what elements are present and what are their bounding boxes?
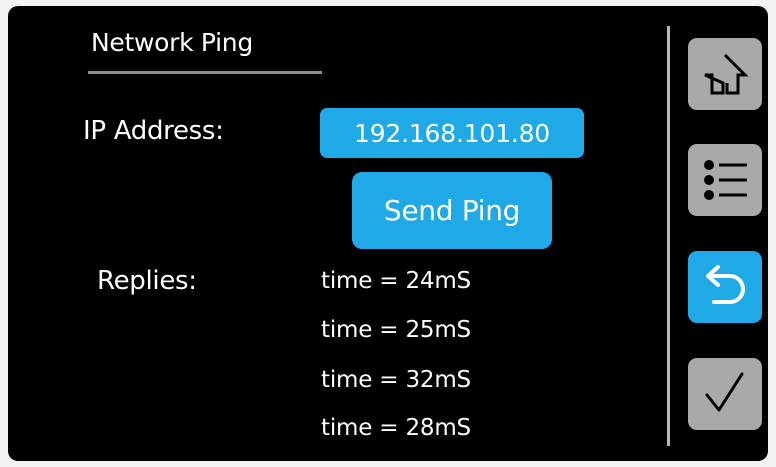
sidebar-divider	[667, 26, 670, 446]
back-icon	[706, 265, 745, 304]
ip-address-field[interactable]: 192.168.101.80	[320, 108, 584, 158]
reply-item: time = 28mS	[321, 415, 471, 441]
home-icon	[704, 53, 749, 95]
title-underline	[88, 71, 322, 74]
checkmark-icon	[705, 372, 744, 412]
home-button[interactable]	[688, 38, 762, 110]
ip-address-label: IP Address:	[83, 116, 224, 146]
list-icon	[704, 160, 747, 200]
reply-item: time = 32mS	[321, 367, 471, 393]
reply-item: time = 25mS	[321, 317, 471, 343]
device-screen: Network Ping IP Address: 192.168.101.80 …	[8, 6, 768, 461]
back-button[interactable]	[688, 251, 762, 323]
replies-label: Replies:	[97, 266, 197, 296]
menu-list-button[interactable]	[688, 144, 762, 216]
send-ping-button[interactable]: Send Ping	[352, 172, 552, 249]
reply-item: time = 24mS	[321, 268, 471, 294]
page-title: Network Ping	[91, 28, 253, 57]
confirm-button[interactable]	[688, 358, 762, 430]
